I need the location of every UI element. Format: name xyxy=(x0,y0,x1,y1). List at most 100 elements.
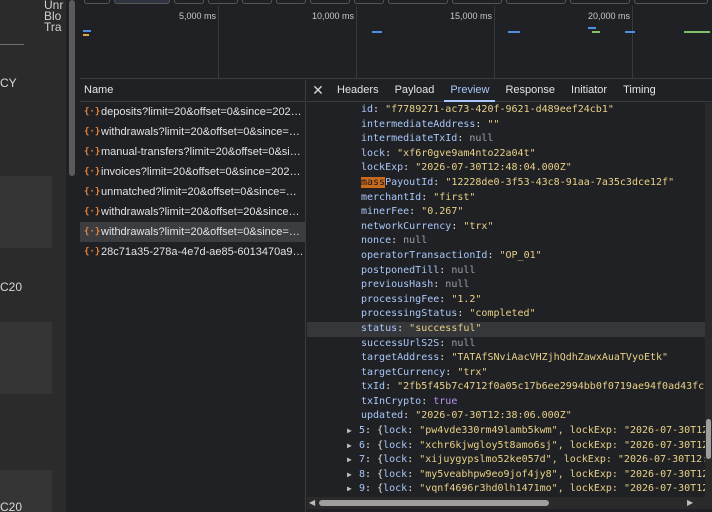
json-colon: : xyxy=(409,206,422,218)
json-value: null xyxy=(445,279,470,291)
json-key-rest: PayoutId xyxy=(385,176,434,188)
json-value-tail: , lockExp: "2026-07-30T12: xyxy=(557,425,705,437)
overview-toolbar-button[interactable] xyxy=(174,0,204,4)
json-key: processingStatus xyxy=(361,308,458,320)
overview-toolbar-button[interactable] xyxy=(276,0,306,4)
tab-payload[interactable]: Payload xyxy=(387,80,443,101)
overview-tick-label: 20,000 ms xyxy=(587,11,630,21)
json-brace: : { xyxy=(365,468,384,480)
app-label: C20 xyxy=(0,280,23,294)
request-row[interactable]: {·} withdrawals?limit=20&offset=20&since… xyxy=(80,202,305,222)
search-match: mass xyxy=(361,176,386,188)
json-collapsed-entry[interactable]: ▶ 7: {lock: "xijuygypslmo52ke057d", lockE… xyxy=(307,453,705,468)
preview-vertical-scrollbar[interactable] xyxy=(705,103,712,497)
tab-initiator[interactable]: Initiator xyxy=(563,80,615,101)
expand-arrow-icon[interactable]: ▶ xyxy=(347,482,359,497)
overview-toolbar-button[interactable] xyxy=(506,0,566,4)
request-row[interactable]: {·} manual-transfers?limit=20&offset=0&si… xyxy=(80,142,305,162)
request-row[interactable]: {·} unmatched?limit=20&offset=0&since=… xyxy=(80,182,305,202)
scroll-left-icon[interactable]: ◀ xyxy=(309,497,315,509)
expand-arrow-icon[interactable]: ▶ xyxy=(347,439,359,454)
json-value: "f7789271-ac73-420f-9621-d489eef24cb1" xyxy=(385,104,614,115)
json-preview[interactable]: id: "f7789271-ac73-420f-9621-d489eef24cb… xyxy=(307,103,705,497)
json-property-line[interactable]: networkCurrency: "trx" xyxy=(307,220,705,235)
json-property-line[interactable]: massPayoutId: "12228de0-3f53-43c8-91aa-7… xyxy=(307,176,705,191)
json-colon: : xyxy=(403,410,416,422)
tab-headers[interactable]: Headers xyxy=(329,80,387,101)
json-collapsed-entry[interactable]: ▶ 6: {lock: "xchr6kjwgloy5t8amo6sj", lock… xyxy=(307,439,705,454)
json-value-tail: , lockExp: "2026-07-30T12: xyxy=(557,439,705,451)
json-value: "12228de0-3f53-43c8-91aa-7a35c3dce12f" xyxy=(445,176,675,188)
xhr-icon: {·} xyxy=(84,207,101,217)
json-property-line[interactable]: status: "successful" xyxy=(307,321,705,337)
json-collapsed-entry[interactable]: ▶ 8: {lock: "my5veabhpw9eo9jof4jy8", lock… xyxy=(307,468,705,483)
tab-response[interactable]: Response xyxy=(497,80,563,101)
json-property-line[interactable]: lockExp: "2026-07-30T12:48:04.000Z" xyxy=(307,161,705,176)
json-property-line[interactable]: lock: "xf6r0gve9am4nto22a04t" xyxy=(307,147,705,162)
json-property-line[interactable]: targetCurrency: "trx" xyxy=(307,366,705,381)
request-name: manual-transfers?limit=20&offset=0&si… xyxy=(101,146,301,158)
scrollbar-thumb[interactable] xyxy=(706,419,711,459)
overview-toolbar-button[interactable] xyxy=(452,0,502,4)
json-property-line[interactable]: merchantId: "first" xyxy=(307,191,705,206)
xhr-icon: {·} xyxy=(84,187,101,197)
overview-gridline xyxy=(632,6,633,78)
request-row[interactable]: {·} deposits?limit=20&offset=0&since=202… xyxy=(80,102,305,122)
json-key: lock xyxy=(383,439,408,451)
overview-toolbar-button[interactable] xyxy=(310,0,350,4)
json-property-line[interactable]: operatorTransactionId: "OP_01" xyxy=(307,249,705,264)
overview-toolbar-button[interactable] xyxy=(242,0,272,4)
json-property-line[interactable]: successUrlS2S: null xyxy=(307,337,705,352)
json-property-line[interactable]: targetAddress: "TATAfSNviAacVHZjhQdhZawx… xyxy=(307,351,705,366)
json-property-line[interactable]: intermediateAddress: "" xyxy=(307,118,705,133)
app-card[interactable] xyxy=(0,176,52,248)
overview-toolbar-button[interactable] xyxy=(208,0,238,4)
request-row[interactable]: {·} invoices?limit=20&offset=0&since=202… xyxy=(80,162,305,182)
close-icon[interactable]: ✕ xyxy=(307,82,329,99)
page-scrollbar-thumb[interactable] xyxy=(69,0,75,176)
request-name: unmatched?limit=20&offset=0&since=… xyxy=(101,186,297,198)
name-column-header[interactable]: Name xyxy=(80,80,305,102)
json-property-line[interactable]: postponedTill: null xyxy=(307,264,705,279)
scroll-right-icon[interactable]: ▶ xyxy=(687,497,693,509)
scrollbar-thumb[interactable] xyxy=(319,500,549,506)
xhr-icon: {·} xyxy=(84,247,101,257)
json-value: null xyxy=(451,264,476,276)
json-collapsed-entry[interactable]: ▶ 9: {lock: "vqnf4696r3hd0lh1471mo", lock… xyxy=(307,482,705,497)
json-value: "2026-07-30T12:38:06.000Z" xyxy=(415,410,572,422)
json-property-line[interactable]: minerFee: "0.267" xyxy=(307,205,705,220)
tab-preview[interactable]: Preview xyxy=(442,80,497,102)
json-property-line[interactable]: txId: "2fb5f45b7c4712f0a05c17b6ee2994bb0… xyxy=(307,380,705,395)
expand-arrow-icon[interactable]: ▶ xyxy=(347,468,359,483)
tab-timing[interactable]: Timing xyxy=(615,80,664,101)
preview-horizontal-scrollbar[interactable]: ◀ ▶ xyxy=(307,497,712,509)
expand-arrow-icon[interactable]: ▶ xyxy=(347,453,359,468)
json-property-line[interactable]: intermediateTxId: null xyxy=(307,132,705,147)
network-overview[interactable]: 5,000 ms 10,000 ms 15,000 ms 20,000 ms xyxy=(80,0,712,79)
request-row-selected[interactable]: {·} withdrawals?limit=20&offset=0&since=… xyxy=(80,222,305,242)
overview-gridline xyxy=(494,6,495,78)
json-collapsed-entry[interactable]: ▶ 5: {lock: "pw4vde330rm49lamb5kwm", lock… xyxy=(307,424,705,439)
json-colon: : xyxy=(475,118,488,130)
json-property-line[interactable]: nonce: null xyxy=(307,234,705,249)
overview-toolbar-button[interactable] xyxy=(570,0,630,4)
overview-toolbar-button[interactable] xyxy=(114,0,170,4)
overview-request-bar xyxy=(83,34,89,36)
overview-toolbar-button[interactable] xyxy=(84,0,110,4)
json-property-line[interactable]: updated: "2026-07-30T12:38:06.000Z" xyxy=(307,409,705,424)
overview-toolbar-button[interactable] xyxy=(354,0,384,4)
overview-toolbar-button[interactable] xyxy=(634,0,708,4)
request-row[interactable]: {·} 28c71a35-278a-4e7d-ae85-6013470a91… xyxy=(80,242,305,262)
json-property-line[interactable]: txInCrypto: true xyxy=(307,395,705,410)
overview-request-bar xyxy=(83,30,91,32)
json-value: null xyxy=(469,133,494,145)
overview-request-bar xyxy=(372,31,382,33)
json-property-line[interactable]: processingFee: "1.2" xyxy=(307,293,705,308)
json-property-line[interactable]: id: "f7789271-ac73-420f-9621-d489eef24cb… xyxy=(307,103,705,118)
json-property-line[interactable]: processingStatus: "completed" xyxy=(307,307,705,322)
expand-arrow-icon[interactable]: ▶ xyxy=(347,424,359,439)
request-row[interactable]: {·} withdrawals?limit=20&offset=0&since=… xyxy=(80,122,305,142)
overview-toolbar-button[interactable] xyxy=(388,0,448,4)
app-card[interactable] xyxy=(0,322,52,394)
json-property-line[interactable]: previousHash: null xyxy=(307,278,705,293)
